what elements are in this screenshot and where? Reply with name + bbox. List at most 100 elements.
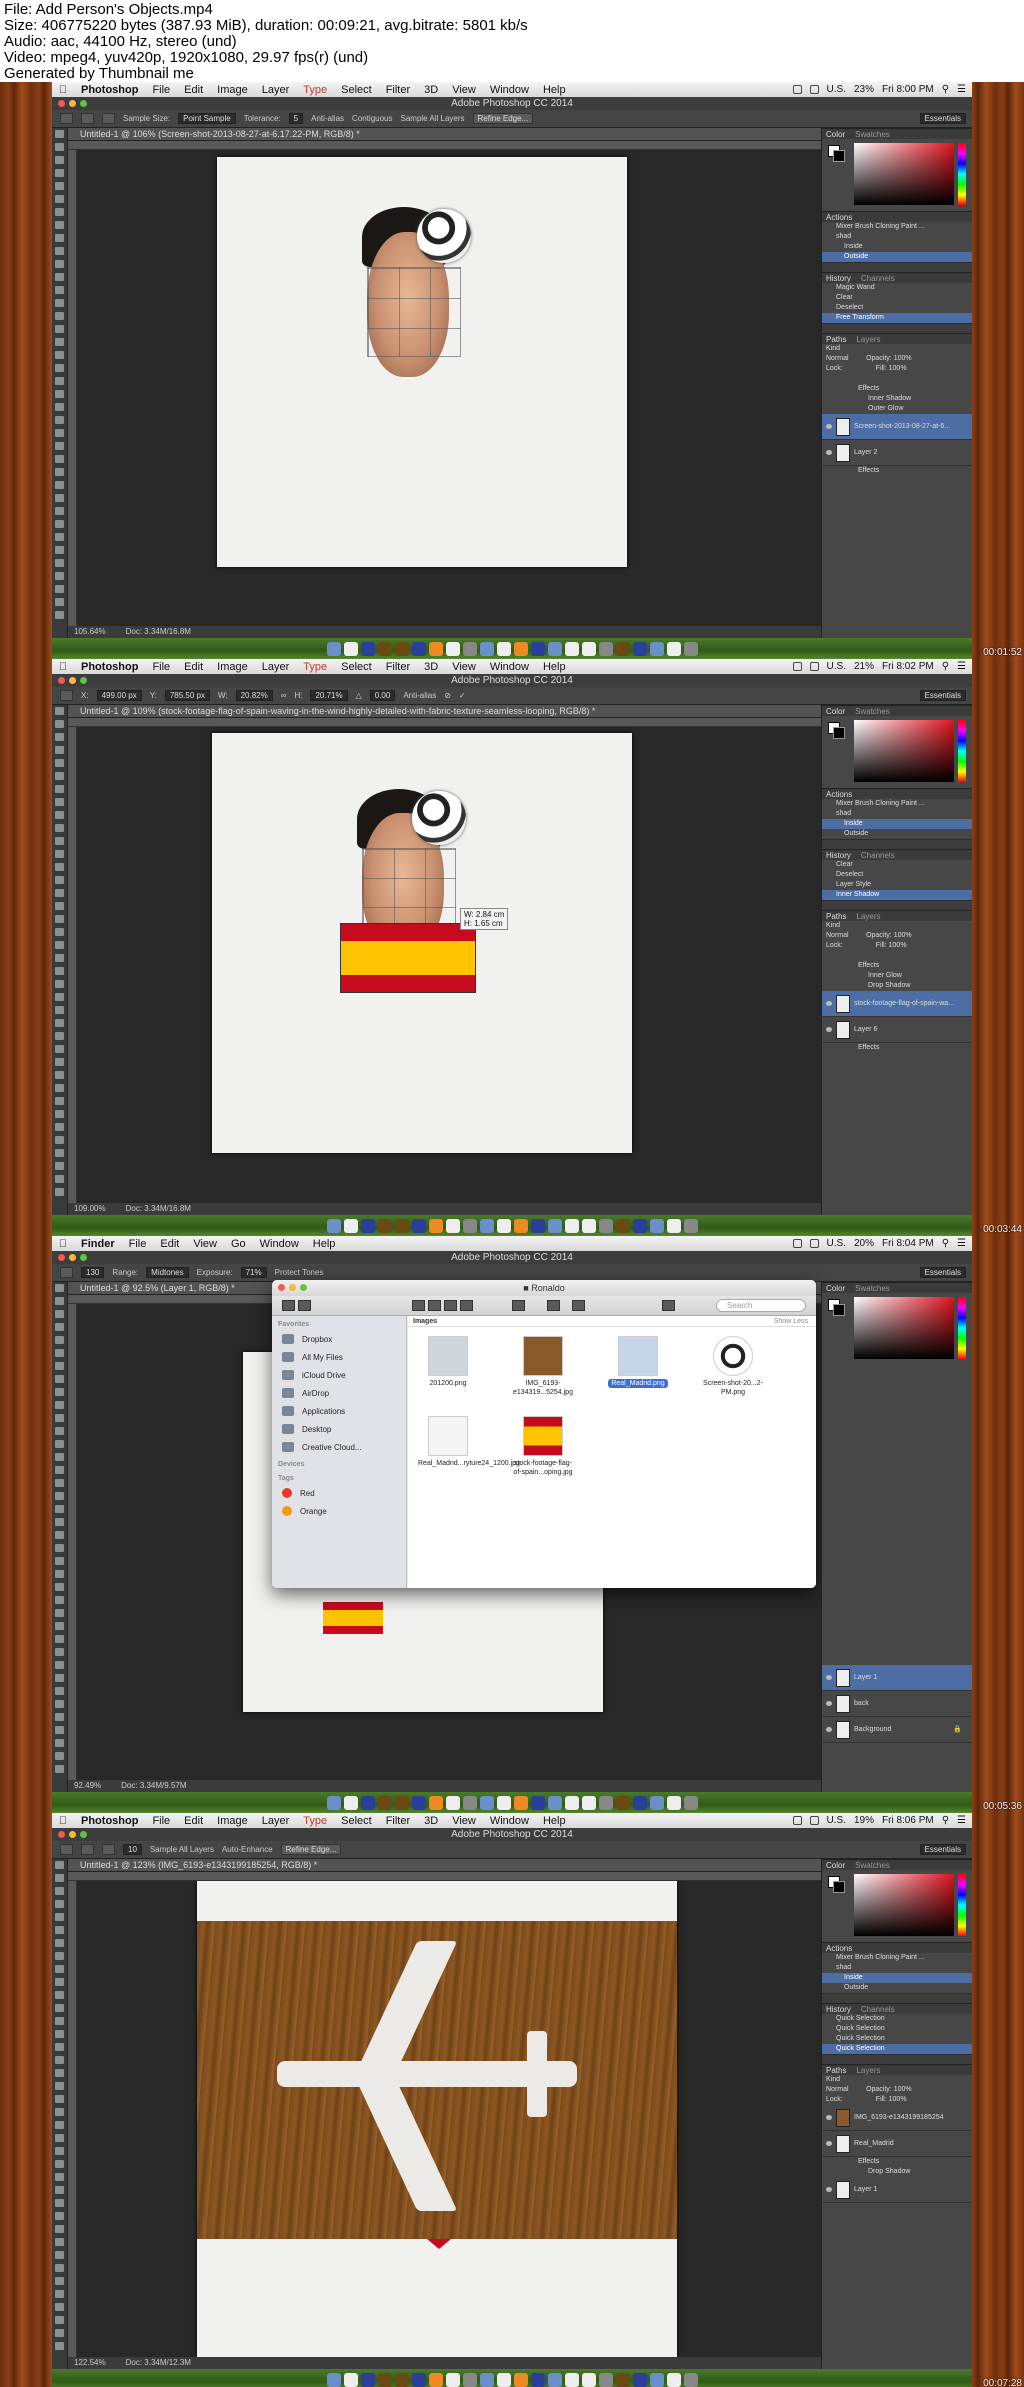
tolerance-input[interactable]: 5 — [288, 113, 304, 124]
dock-app-icon[interactable] — [598, 2372, 613, 2387]
menu-edit[interactable]: Edit — [177, 1815, 210, 1827]
brush-size-input[interactable]: 130 — [81, 1267, 105, 1278]
dock-app-icon[interactable] — [666, 2372, 681, 2387]
wifi-icon[interactable] — [792, 1816, 802, 1825]
menu-image[interactable]: Image — [210, 1815, 255, 1827]
tool-icon[interactable] — [55, 1466, 64, 1474]
volume-icon[interactable] — [809, 662, 819, 671]
dock-app-icon[interactable] — [683, 1795, 698, 1810]
document-tab[interactable]: Untitled-1 @ 109% (stock-footage-flag-of… — [68, 705, 821, 718]
opacity-input[interactable]: 100% — [894, 355, 912, 362]
dock-app-icon[interactable] — [462, 1218, 477, 1233]
dock-app-icon[interactable] — [666, 1795, 681, 1810]
tool-icon[interactable] — [55, 1492, 64, 1500]
dock-app-icon[interactable] — [564, 641, 579, 656]
anti-alias-checkbox[interactable]: Anti-alias — [403, 691, 436, 700]
tool-icon[interactable] — [55, 1479, 64, 1487]
action-item[interactable]: shad — [822, 1963, 972, 1973]
tool-icon[interactable] — [55, 1583, 64, 1591]
menu-select[interactable]: Select — [334, 661, 379, 673]
dock-app-icon[interactable] — [496, 1218, 511, 1233]
tool-icon[interactable] — [55, 1939, 64, 1947]
tool-icon[interactable] — [55, 2290, 64, 2298]
tool-icon[interactable] — [55, 2329, 64, 2337]
zoom-level[interactable]: 109.00% — [74, 1203, 106, 1215]
blend-mode-select[interactable]: Normal — [826, 355, 849, 362]
column-view-icon[interactable] — [444, 1300, 457, 1311]
zoom-level[interactable]: 122.54% — [74, 2357, 106, 2369]
sidebar-tag-orange[interactable]: Orange — [272, 1502, 406, 1520]
dock-app-icon[interactable] — [581, 1795, 596, 1810]
sidebar-item-desktop[interactable]: Desktop — [272, 1420, 406, 1438]
dock-app-icon[interactable] — [547, 641, 562, 656]
tool-icon[interactable] — [55, 785, 64, 793]
action-item[interactable]: shad — [822, 232, 972, 242]
tool-icon[interactable] — [55, 850, 64, 858]
clock[interactable]: Fri 8:04 PM — [882, 1238, 934, 1249]
new-selection-icon[interactable] — [81, 1844, 94, 1855]
zoom-level[interactable]: 105.64% — [74, 626, 106, 638]
tool-icon[interactable] — [55, 598, 64, 606]
tool-icon[interactable] — [55, 772, 64, 780]
close-icon[interactable] — [58, 1831, 65, 1838]
tool-icon[interactable] — [55, 2277, 64, 2285]
tool-icon[interactable] — [55, 533, 64, 541]
file-item[interactable]: IMG_6193-e134319...5254.jpg — [513, 1336, 573, 1397]
tool-icon[interactable] — [55, 169, 64, 177]
tool-icon[interactable] — [55, 1622, 64, 1630]
tool-icon[interactable] — [55, 1440, 64, 1448]
dropbox-icon[interactable] — [662, 1300, 675, 1311]
contiguous-checkbox[interactable]: Contiguous — [352, 114, 392, 123]
dock-app-icon[interactable] — [615, 641, 630, 656]
sidebar-item-airdrop[interactable]: AirDrop — [272, 1384, 406, 1402]
hue-slider[interactable] — [958, 143, 966, 205]
file-item[interactable]: 201200.png — [418, 1336, 478, 1388]
tool-icon[interactable] — [55, 967, 64, 975]
color-field[interactable] — [854, 1874, 954, 1936]
zoom-icon[interactable] — [300, 1284, 307, 1291]
tool-icon[interactable] — [55, 1123, 64, 1131]
height-input[interactable]: 20.71% — [310, 690, 348, 701]
tab-history[interactable]: History — [826, 2005, 851, 2014]
menu-edit[interactable]: Edit — [177, 661, 210, 673]
tool-icon[interactable] — [55, 1162, 64, 1170]
tool-icon[interactable] — [55, 2056, 64, 2064]
auto-enhance-checkbox[interactable]: Auto-Enhance — [222, 1845, 273, 1854]
tool-icon[interactable] — [55, 1700, 64, 1708]
tool-icon[interactable] — [55, 1045, 64, 1053]
doc-size[interactable]: Doc: 3.34M/9.57M — [121, 1780, 186, 1792]
tool-icon[interactable] — [55, 1965, 64, 1973]
tool-icon[interactable] — [55, 286, 64, 294]
tool-icon[interactable] — [55, 1609, 64, 1617]
close-icon[interactable] — [278, 1284, 285, 1291]
dock-app-icon[interactable] — [479, 641, 494, 656]
tool-icon[interactable] — [55, 759, 64, 767]
tool-icon[interactable] — [55, 1414, 64, 1422]
tab-channels[interactable]: Channels — [861, 851, 895, 860]
clock[interactable]: Fri 8:06 PM — [882, 1815, 934, 1826]
dock-app-icon[interactable] — [530, 641, 545, 656]
angle-input[interactable]: 0.00 — [369, 690, 396, 701]
file-item[interactable]: stock-footage-flag-of-spain...oping.jpg — [513, 1416, 573, 1477]
minimize-icon[interactable] — [289, 1284, 296, 1291]
zoom-icon[interactable] — [80, 1831, 87, 1838]
tool-icon[interactable] — [55, 1284, 64, 1292]
tool-icon[interactable] — [55, 1861, 64, 1869]
dock-app-icon[interactable] — [513, 2372, 528, 2387]
dock-app-icon[interactable] — [632, 641, 647, 656]
clock[interactable]: Fri 8:02 PM — [882, 661, 934, 672]
tool-icon[interactable] — [55, 1544, 64, 1552]
menu-photoshop[interactable]: Photoshop — [74, 84, 145, 96]
history-item[interactable]: Layer Style — [822, 880, 972, 890]
kind-select[interactable]: Kind — [826, 2076, 840, 2083]
history-item[interactable]: Clear — [822, 860, 972, 870]
dock-app-icon[interactable] — [428, 1218, 443, 1233]
dock-app-icon[interactable] — [615, 1218, 630, 1233]
fill-input[interactable]: 100% — [889, 2096, 907, 2103]
search-icon[interactable]: ⚲ — [942, 1815, 949, 1826]
action-item[interactable]: Outside — [822, 1983, 972, 1993]
action-item[interactable]: Mixer Brush Cloning Paint ... — [822, 1953, 972, 1963]
tool-icon[interactable] — [55, 2238, 64, 2246]
background-swatch[interactable] — [833, 727, 845, 739]
tool-icon[interactable] — [55, 1952, 64, 1960]
